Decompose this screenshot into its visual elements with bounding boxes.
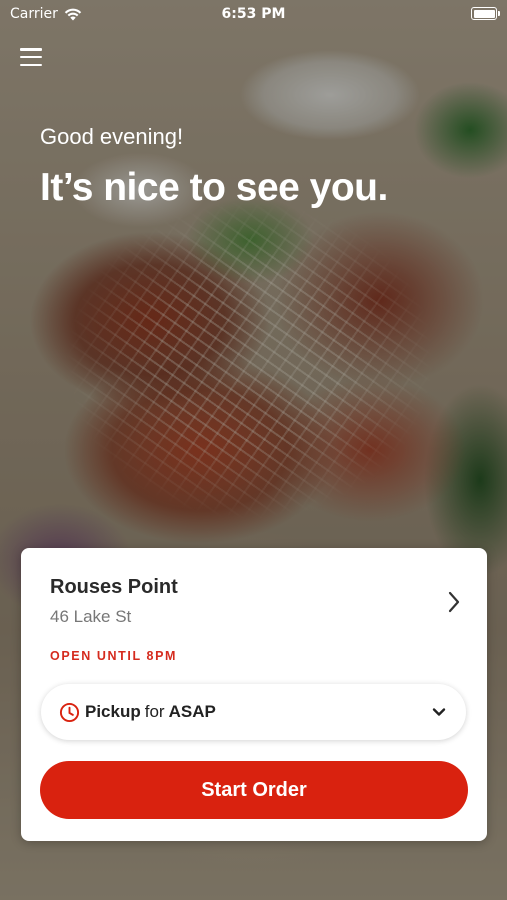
order-mode-selector[interactable]: Pickup for ASAP bbox=[41, 684, 466, 740]
store-card: Rouses Point 46 Lake St OPEN UNTIL 8PM P… bbox=[21, 548, 487, 841]
order-method: Pickup bbox=[85, 702, 141, 721]
battery-icon bbox=[471, 7, 500, 20]
store-selector[interactable]: Rouses Point 46 Lake St bbox=[50, 576, 462, 636]
order-time: ASAP bbox=[168, 702, 216, 721]
store-name: Rouses Point bbox=[50, 576, 178, 598]
store-address: 46 Lake St bbox=[50, 607, 132, 626]
headline-text: It’s nice to see you. bbox=[40, 166, 388, 209]
chevron-right-icon bbox=[448, 591, 460, 613]
status-bar: Carrier 6:53 PM bbox=[0, 0, 507, 28]
greeting-text: Good evening! bbox=[40, 124, 184, 149]
menu-icon[interactable] bbox=[18, 46, 44, 68]
order-mode-label: Pickup for ASAP bbox=[85, 702, 216, 722]
store-hours-status: OPEN UNTIL 8PM bbox=[50, 649, 178, 663]
clock-icon bbox=[59, 702, 80, 722]
chevron-down-icon bbox=[432, 708, 446, 716]
start-order-button[interactable]: Start Order bbox=[40, 761, 468, 819]
status-time: 6:53 PM bbox=[221, 6, 286, 22]
order-connector: for bbox=[144, 702, 165, 721]
